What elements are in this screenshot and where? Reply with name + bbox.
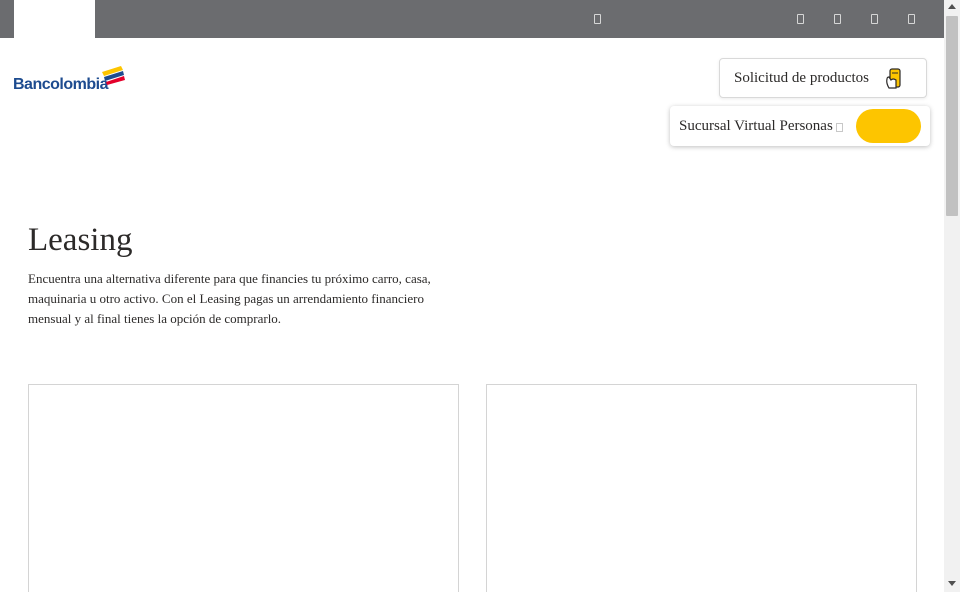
page-description: Encuentra una alternativa diferente para… (28, 271, 431, 326)
sucursal-entrar-button[interactable] (856, 109, 921, 143)
scroll-thumb[interactable] (946, 16, 958, 216)
bancolombia-logo[interactable]: Bancolombia (13, 64, 128, 96)
solicitud-productos-label: Solicitud de productos (734, 70, 869, 86)
topbar-link-icon[interactable] (834, 14, 841, 24)
topbar-link-icon[interactable] (871, 14, 878, 24)
topbar-link-icon[interactable] (594, 14, 601, 24)
sucursal-virtual-label: Sucursal Virtual Personas (679, 118, 833, 134)
chevron-down-icon[interactable] (836, 123, 843, 132)
product-card[interactable] (28, 384, 459, 592)
topbar-tab-active[interactable] (14, 0, 95, 38)
sucursal-virtual-panel[interactable]: Sucursal Virtual Personas (670, 106, 930, 146)
top-utility-bar (0, 0, 944, 38)
solicitud-productos-button[interactable]: Solicitud de productos (719, 58, 927, 98)
hand-phone-icon (886, 68, 901, 89)
product-card[interactable] (486, 384, 917, 592)
topbar-link-icon[interactable] (797, 14, 804, 24)
scroll-up-arrow-icon[interactable] (948, 4, 956, 9)
scroll-down-arrow-icon[interactable] (948, 581, 956, 586)
topbar-link-icon[interactable] (908, 14, 915, 24)
logo-flag-icon (102, 66, 125, 85)
logo-wordmark: Bancolombia (13, 76, 108, 93)
page-title: Leasing (28, 222, 133, 258)
vertical-scrollbar[interactable] (944, 0, 960, 592)
